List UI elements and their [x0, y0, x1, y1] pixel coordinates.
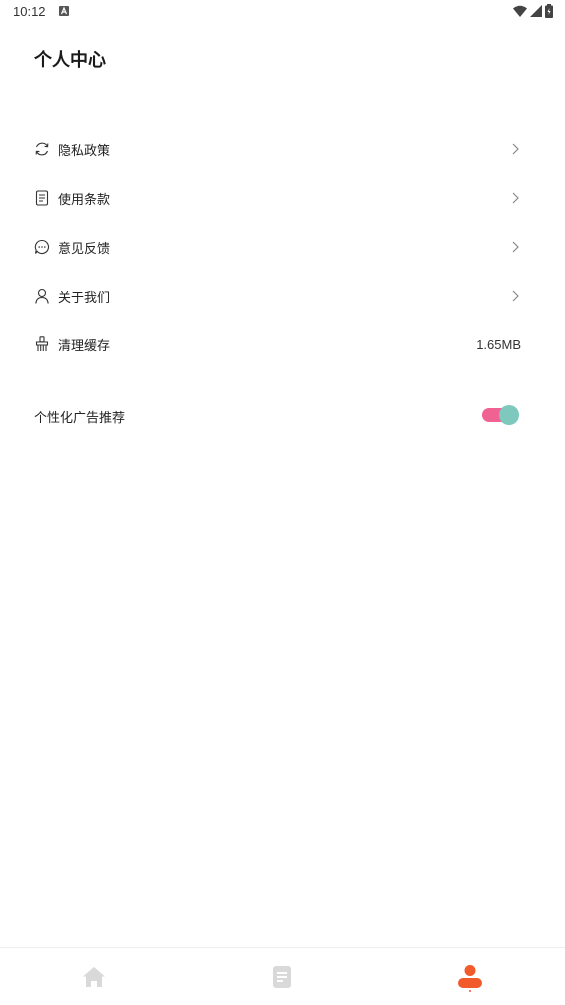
user-icon: [458, 964, 482, 988]
cache-size-value: 1.65MB: [476, 336, 521, 352]
menu-label: 意见反馈: [58, 241, 111, 257]
personalized-ads-setting: 个性化广告推荐: [34, 401, 524, 431]
document-icon: [34, 190, 50, 206]
chevron-right-icon: [512, 241, 519, 253]
menu-item-privacy-policy[interactable]: 隐私政策: [34, 134, 524, 164]
nav-tab-list[interactable]: [252, 948, 312, 1005]
chevron-right-icon: [512, 290, 519, 302]
status-indicators: [513, 4, 553, 18]
toggle-knob: [499, 405, 519, 425]
chevron-right-icon: [512, 192, 519, 204]
refresh-icon: [34, 141, 50, 157]
broom-icon: [34, 336, 50, 352]
bottom-navigation: [0, 947, 565, 1005]
chat-icon: [34, 239, 50, 255]
wifi-icon: [513, 5, 527, 17]
list-icon: [273, 965, 291, 988]
active-indicator-dot: [469, 990, 471, 992]
menu-label: 清理缓存: [58, 338, 111, 354]
menu-item-terms-of-use[interactable]: 使用条款: [34, 183, 524, 213]
menu-item-feedback[interactable]: 意见反馈: [34, 232, 524, 262]
signal-icon: [530, 5, 542, 17]
nav-tab-home[interactable]: [64, 948, 124, 1005]
menu-label: 使用条款: [58, 192, 111, 208]
person-icon: [34, 288, 50, 304]
status-time: 10:12: [13, 4, 46, 19]
notification-icon: [59, 6, 69, 16]
status-bar: 10:12: [0, 0, 565, 24]
personalized-ads-toggle[interactable]: [482, 404, 520, 426]
nav-tab-profile[interactable]: [440, 948, 500, 1005]
home-icon: [83, 966, 105, 987]
menu-item-clear-cache[interactable]: 清理缓存 1.65MB: [34, 329, 524, 359]
battery-icon: [545, 4, 553, 18]
menu-item-about-us[interactable]: 关于我们: [34, 281, 524, 311]
menu-label: 隐私政策: [58, 143, 111, 159]
chevron-right-icon: [512, 143, 519, 155]
menu-label: 关于我们: [58, 290, 111, 306]
personalized-ads-label: 个性化广告推荐: [34, 410, 126, 426]
page-title: 个人中心: [34, 50, 106, 71]
